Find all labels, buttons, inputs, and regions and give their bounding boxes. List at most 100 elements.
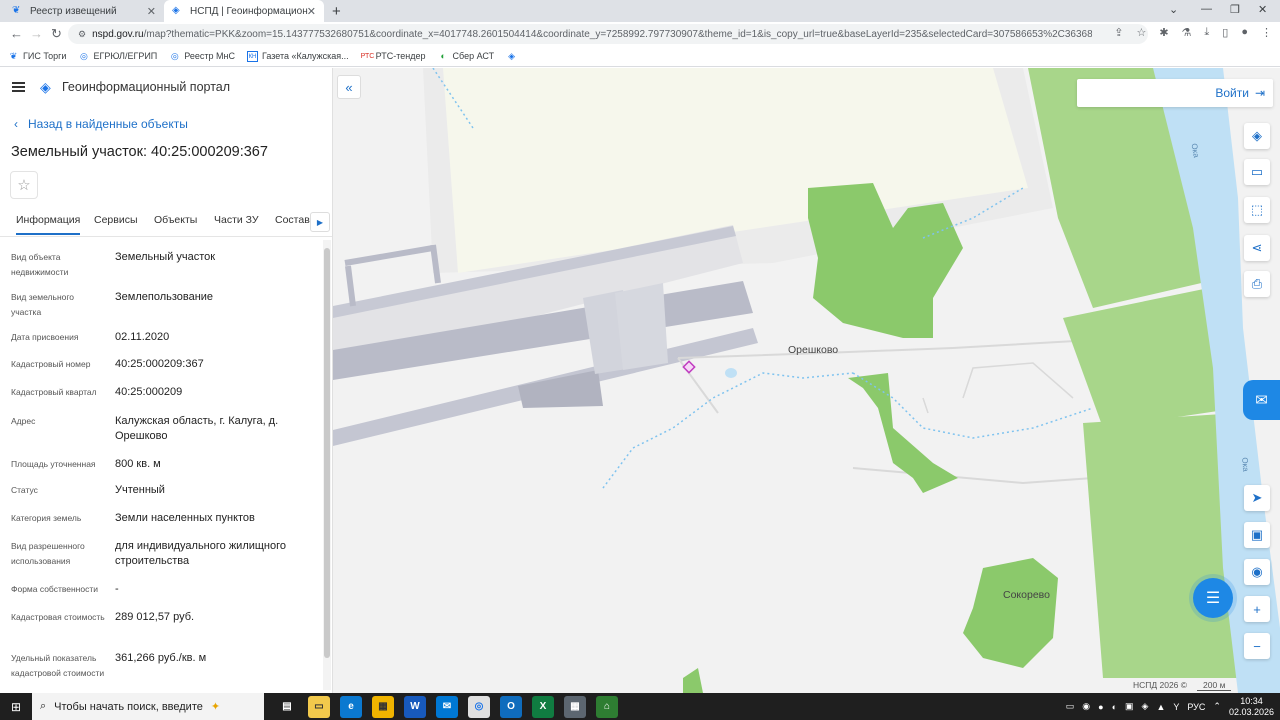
tray-app-icon[interactable]: ◈ bbox=[1142, 701, 1149, 712]
calculator-icon[interactable]: ▦ bbox=[564, 695, 586, 718]
new-tab-icon[interactable]: + bbox=[332, 3, 341, 20]
rts-icon: РТС bbox=[360, 52, 375, 60]
bookmark-egrul[interactable]: ◎ ЕГРЮЛ/ЕГРИП bbox=[78, 51, 157, 62]
store-icon[interactable]: ▦ bbox=[372, 695, 394, 718]
address-bar[interactable]: ⚙ nspd.gov.ru/map?thematic=PKK&zoom=15.1… bbox=[68, 24, 1148, 44]
geo-search-button[interactable]: ◉ bbox=[1244, 559, 1270, 585]
tray-app-icon[interactable]: ▣ bbox=[1125, 701, 1134, 712]
newspaper-icon: КН bbox=[246, 50, 258, 62]
bookmark-star-icon[interactable]: ☆ bbox=[1136, 26, 1146, 39]
close-tab-icon[interactable]: ✕ bbox=[147, 5, 156, 18]
menu-icon[interactable]: ⋮ bbox=[1261, 26, 1272, 39]
search-icon: ⌕ bbox=[40, 700, 47, 712]
sparkle-icon: ✦ bbox=[210, 701, 221, 713]
map-view[interactable]: « Войти ⇥ ◈ ▭ ⬚ ⋖ ⎙ ✉ ➤ ▣ ◉ + − ☰ Орешко… bbox=[333, 68, 1280, 693]
share-button[interactable]: ⋖ bbox=[1244, 235, 1270, 261]
eagle-icon: ❦ bbox=[12, 5, 21, 16]
tray-app-icon[interactable]: ● bbox=[1098, 702, 1103, 712]
collapse-panel-button[interactable]: « bbox=[337, 75, 361, 99]
close-window-icon[interactable]: ✕ bbox=[1258, 3, 1267, 16]
close-tab-icon[interactable]: ✕ bbox=[307, 5, 316, 18]
locate-button[interactable]: ➤ bbox=[1244, 485, 1270, 511]
home-app-icon[interactable]: ⌂ bbox=[596, 695, 618, 718]
map-attribution: НСПД 2026 © 200 м bbox=[1133, 680, 1232, 691]
restore-icon[interactable]: ❐ bbox=[1230, 3, 1240, 16]
reload-icon[interactable]: ↻ bbox=[51, 26, 62, 42]
extensions-icon[interactable]: ✱ bbox=[1159, 26, 1168, 39]
language-indicator[interactable]: РУС bbox=[1187, 702, 1205, 712]
browser-toolbar: ← → ↻ ⚙ nspd.gov.ru/map?thematic=PKK&zoo… bbox=[0, 22, 1280, 46]
browser-tab-registry[interactable]: ❦ Реестр извещений ✕ bbox=[4, 0, 164, 22]
taskbar-search[interactable]: ⌕ Чтобы начать поиск, введите ✦ bbox=[32, 693, 264, 720]
map-canvas[interactable] bbox=[333, 68, 1280, 693]
file-explorer-icon[interactable]: ▭ bbox=[308, 695, 330, 718]
bookmark-sber-ast[interactable]: ◐ Сбер АСТ bbox=[438, 51, 494, 62]
bookmark-rts[interactable]: РТС РТС-тендер bbox=[361, 51, 426, 62]
tab-objects[interactable]: Объекты bbox=[154, 214, 197, 226]
bookmark-reestr-mns[interactable]: ◎ Реестр МнС bbox=[169, 51, 235, 62]
bookmark-gazeta[interactable]: КН Газета «Калужская... bbox=[246, 50, 349, 62]
outlook-icon[interactable]: O bbox=[500, 695, 522, 718]
hamburger-menu-icon[interactable] bbox=[12, 82, 25, 92]
show-hidden-icons[interactable]: ⌃ bbox=[1213, 701, 1221, 712]
nspd-icon: ◈ bbox=[172, 5, 180, 16]
zoom-in-button[interactable]: + bbox=[1244, 596, 1270, 622]
object-sidebar: ◈ Геоинформационный портал ‹ Назад в най… bbox=[0, 68, 333, 693]
task-view-icon[interactable]: ▤ bbox=[276, 696, 298, 718]
url-text[interactable]: nspd.gov.ru/map?thematic=PKK&zoom=15.143… bbox=[92, 29, 1092, 40]
tabs-scroll-right-icon[interactable]: ▶ bbox=[310, 212, 330, 232]
tab-information[interactable]: Информация bbox=[16, 214, 81, 235]
extension-icon[interactable]: ⚗ bbox=[1182, 26, 1192, 39]
clock[interactable]: 10:34 02.03.2026 bbox=[1229, 696, 1274, 718]
tray-app-icon[interactable]: Y bbox=[1173, 702, 1179, 712]
print-button[interactable]: ⎙ bbox=[1244, 271, 1270, 297]
site-info-icon[interactable]: ⚙ bbox=[78, 29, 86, 40]
toolbar-icons: ⇪ ☆ ✱ ⚗ ⤓ ▯ ● ⋮ bbox=[1114, 26, 1272, 39]
zoom-out-button[interactable]: − bbox=[1244, 633, 1270, 659]
minimize-icon[interactable]: — bbox=[1201, 3, 1212, 15]
edge-icon[interactable]: e bbox=[340, 695, 362, 718]
mail-icon[interactable]: ✉ bbox=[436, 695, 458, 718]
layers-button[interactable]: ◈ bbox=[1244, 123, 1270, 149]
location-pin-icon: ◉ bbox=[1251, 564, 1263, 579]
share-icon: ⋖ bbox=[1251, 240, 1263, 255]
tab-services[interactable]: Сервисы bbox=[94, 214, 138, 226]
select-area-icon: ⬚ bbox=[1250, 202, 1264, 217]
bookmark-nspd[interactable]: ◈ bbox=[506, 51, 521, 62]
support-chat-button[interactable]: ☰ bbox=[1193, 578, 1233, 618]
sidebar-scrollbar-thumb[interactable] bbox=[324, 248, 330, 658]
tray-app-icon[interactable]: ◉ bbox=[1082, 701, 1090, 712]
windows-start-icon[interactable]: ⊞ bbox=[0, 693, 32, 720]
forward-arrow-icon[interactable]: → bbox=[30, 26, 43, 41]
tab-composition[interactable]: Состав bbox=[275, 214, 310, 226]
chrome-icon[interactable]: ◎ bbox=[468, 695, 490, 718]
share-icon[interactable]: ⇪ bbox=[1114, 26, 1123, 39]
tray-app-icon[interactable]: ▲ bbox=[1156, 702, 1165, 712]
favorite-star-icon[interactable]: ☆ bbox=[10, 171, 38, 199]
back-arrow-icon[interactable]: ← bbox=[10, 26, 23, 41]
tray-app-icon[interactable]: ◐ bbox=[1112, 702, 1117, 712]
print-icon: ⎙ bbox=[1251, 276, 1263, 291]
excel-icon[interactable]: X bbox=[532, 695, 554, 718]
map-label-sokorevo: Сокорево bbox=[1003, 589, 1050, 601]
bookmark-gis-torgi[interactable]: ❦ ГИС Торги bbox=[8, 51, 67, 62]
login-button[interactable]: Войти ⇥ bbox=[1077, 79, 1273, 107]
tab-search-icon[interactable]: ⌄ bbox=[1169, 3, 1178, 16]
info-tabs: Информация Сервисы Объекты Части ЗУ Сост… bbox=[0, 208, 332, 236]
tray-app-icon[interactable]: ▭ bbox=[1066, 701, 1075, 712]
windows-taskbar: ⊞ ⌕ Чтобы начать поиск, введите ✦ ▤ ▭ e … bbox=[0, 693, 1280, 720]
download-icon[interactable]: ⤓ bbox=[1204, 26, 1209, 39]
tab-title: НСПД | Геоинформационный п bbox=[190, 5, 308, 17]
ruler-button[interactable]: ▭ bbox=[1244, 159, 1270, 185]
plus-icon: + bbox=[1253, 601, 1261, 617]
minimap-button[interactable]: ▣ bbox=[1244, 522, 1270, 548]
back-to-results-link[interactable]: ‹ Назад в найденные объекты bbox=[14, 117, 188, 131]
browser-tab-nspd[interactable]: ◈ НСПД | Геоинформационный п ✕ bbox=[164, 0, 324, 22]
feedback-widget[interactable]: ✉ bbox=[1243, 380, 1280, 420]
sidepanel-icon[interactable]: ▯ bbox=[1222, 26, 1228, 39]
select-area-button[interactable]: ⬚ bbox=[1244, 197, 1270, 223]
tab-parts[interactable]: Части ЗУ bbox=[214, 214, 259, 226]
word-icon[interactable]: W bbox=[404, 695, 426, 718]
map-label-oreshkovo: Орешково bbox=[788, 344, 839, 356]
profile-icon[interactable]: ● bbox=[1241, 26, 1248, 39]
